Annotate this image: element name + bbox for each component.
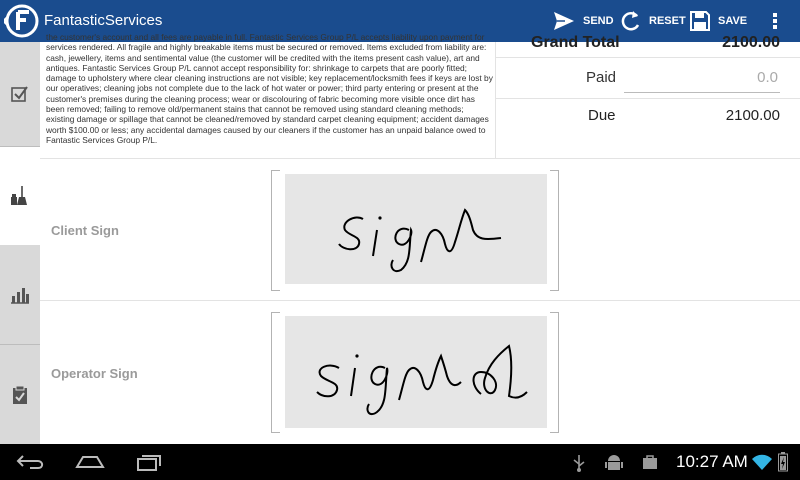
back-icon — [16, 455, 44, 469]
system-navigation-bar: 10:27 AM — [0, 444, 800, 480]
clipboard-check-icon — [13, 385, 27, 404]
send-label: SEND — [583, 15, 614, 27]
save-label: SAVE — [718, 15, 748, 27]
app-logo-icon[interactable] — [1, 3, 40, 39]
wifi-icon — [752, 454, 772, 470]
cleaning-icon — [11, 186, 27, 205]
home-icon — [75, 456, 105, 468]
grand-total-label: Grand Total — [531, 34, 620, 51]
rail-item-clipboard[interactable] — [0, 345, 40, 444]
divider — [40, 158, 800, 159]
divider — [40, 300, 800, 301]
client-sign-label: Client Sign — [51, 223, 119, 238]
divider — [496, 98, 800, 99]
grand-total-row: Grand Total 2100.00 — [496, 30, 800, 56]
operator-signature-drawing — [316, 344, 528, 416]
rail-item-cleaning[interactable] — [0, 147, 40, 245]
grand-total-value: 2100.00 — [722, 34, 780, 51]
checklist-icon — [11, 86, 28, 102]
recent-apps-button[interactable] — [136, 452, 164, 477]
paid-input[interactable]: 0.0 — [624, 66, 780, 93]
send-icon — [554, 12, 574, 30]
reset-label: RESET — [649, 15, 686, 27]
due-label: Due — [588, 107, 616, 124]
home-button[interactable] — [75, 452, 105, 477]
operator-sign-label: Operator Sign — [51, 366, 138, 381]
client-signature-pad[interactable] — [285, 174, 547, 284]
battery-icon — [778, 452, 788, 472]
usb-icon — [573, 455, 585, 472]
side-navigation-rail — [0, 42, 40, 444]
client-signature-drawing — [338, 208, 502, 272]
shopping-bag-icon — [643, 455, 657, 469]
operator-signature-pad[interactable] — [285, 316, 547, 428]
divider — [496, 57, 800, 58]
paid-row: Paid 0.0 — [496, 60, 800, 96]
save-icon — [690, 11, 710, 31]
app-title: FantasticServices — [44, 12, 163, 29]
paid-input-value: 0.0 — [757, 69, 778, 86]
bar-chart-icon — [11, 288, 29, 304]
reset-icon — [621, 11, 640, 31]
back-button[interactable] — [16, 452, 46, 477]
android-debug-icon — [605, 455, 623, 470]
rail-item-statistics[interactable] — [0, 246, 40, 344]
paid-label: Paid — [586, 69, 617, 86]
recent-apps-icon — [137, 455, 161, 471]
due-row: Due 2100.00 — [496, 100, 800, 132]
due-value: 2100.00 — [725, 107, 780, 124]
clock: 10:27 AM — [676, 452, 748, 471]
terms-and-conditions-text: the customer's account and all fees are … — [46, 32, 493, 145]
rail-item-checklist[interactable] — [0, 42, 40, 146]
